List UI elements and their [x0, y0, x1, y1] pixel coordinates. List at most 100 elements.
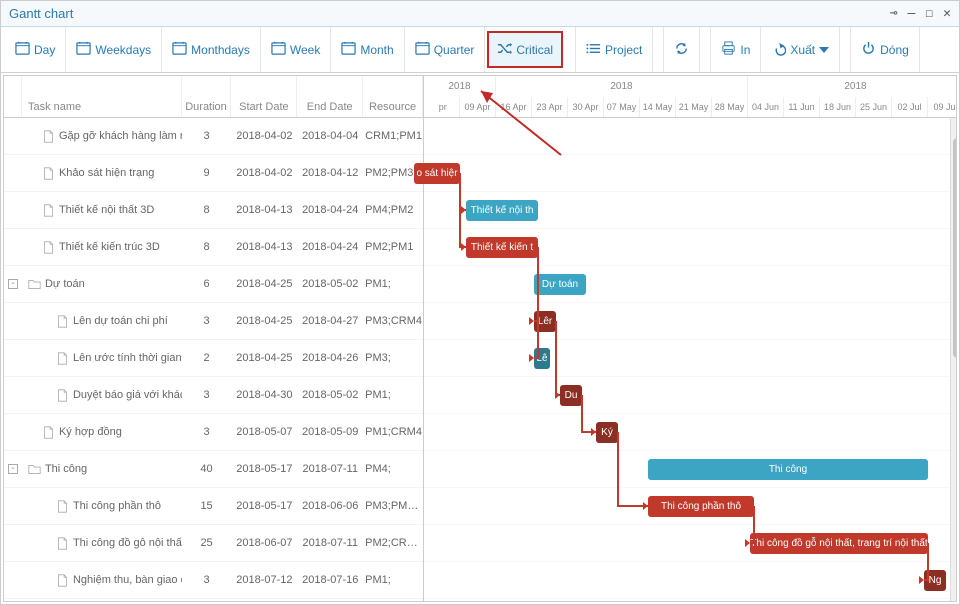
quarter-button[interactable]: Quarter [405, 27, 486, 72]
table-row[interactable]: Duyệt báo giá với khách hàng32018-04-302… [4, 377, 423, 414]
table-row[interactable]: Ký hợp đồng32018-05-072018-05-09PM1;CRM4 [4, 414, 423, 451]
col-header[interactable]: Duration [182, 76, 232, 117]
duration-cell: 3 [182, 574, 232, 586]
expand-toggle[interactable]: - [4, 464, 22, 474]
gantt-bar[interactable]: Lêr [534, 311, 556, 332]
close-button[interactable]: Dóng [850, 27, 920, 72]
end-date-cell: 2018-04-27 [297, 315, 363, 327]
table-row[interactable]: Thiết kế kiến trúc 3D82018-04-132018-04-… [4, 229, 423, 266]
table-row[interactable]: -Dự toán62018-04-252018-05-02PM1; [4, 266, 423, 303]
day-button[interactable]: Day [5, 27, 66, 72]
task-name-cell: Thi công phần thô [22, 500, 182, 513]
col-header[interactable]: End Date [297, 76, 363, 117]
table-row[interactable]: Thiết kế nội thất 3D82018-04-132018-04-2… [4, 192, 423, 229]
toolbar-label: In [740, 43, 750, 57]
gantt-bar[interactable]: Ng [924, 570, 946, 591]
table-row[interactable]: Khảo sát hiện trạng92018-04-022018-04-12… [4, 155, 423, 192]
col-header[interactable]: Resource [363, 76, 423, 117]
pin-icon[interactable]: ⊸ [890, 6, 898, 21]
col-header[interactable]: Start Date [231, 76, 297, 117]
start-date-cell: 2018-04-25 [231, 278, 297, 290]
task-name-cell: Khảo sát hiện trạng [22, 167, 182, 180]
titlebar: Gantt chart ⊸ — ☐ ✕ [1, 1, 959, 27]
date-col: 18 Jun [820, 97, 856, 118]
toolbar-label: Month [360, 43, 393, 57]
table-row[interactable]: Gặp gỡ khách hàng làm rõ32018-04-022018-… [4, 118, 423, 155]
grid-rows: Gặp gỡ khách hàng làm rõ32018-04-022018-… [4, 118, 423, 601]
refresh-button[interactable] [663, 27, 700, 72]
maximize-button[interactable]: ☐ [925, 6, 933, 21]
gantt-bar[interactable]: Thi công phần thô [648, 496, 754, 517]
gantt-bar[interactable]: Du [560, 385, 582, 406]
duration-cell: 8 [182, 204, 232, 216]
task-name-cell: Thi công đồ gỗ nội thất, trang trí [22, 537, 182, 550]
end-date-cell: 2018-04-24 [297, 241, 363, 253]
content-area: Task nameDurationStart DateEnd DateResou… [3, 75, 957, 602]
toolbar-label: Quarter [434, 43, 475, 57]
end-date-cell: 2018-05-02 [297, 278, 363, 290]
resource-cell: PM1; [363, 278, 423, 290]
gantt-bar[interactable]: Thi công đồ gỗ nội thất, trang trí nội t… [750, 533, 928, 554]
start-date-cell: 2018-05-17 [231, 463, 297, 475]
gantt-bar[interactable]: o sát hiệr [414, 163, 460, 184]
resource-cell: PM2;PM1 [363, 241, 423, 253]
chart-row: Du [424, 377, 957, 414]
resource-cell: CRM1;PM1 [363, 130, 423, 142]
minimize-button[interactable]: — [908, 6, 916, 21]
table-row[interactable]: -Thi công402018-05-172018-07-11PM4; [4, 451, 423, 488]
date-col: 25 Jun [856, 97, 892, 118]
table-row[interactable]: Thi công đồ gỗ nội thất, trang trí252018… [4, 525, 423, 562]
week-button[interactable]: Week [261, 27, 331, 72]
chart-row: Ký [424, 414, 957, 451]
duration-cell: 3 [182, 426, 232, 438]
date-col: 23 Apr [532, 97, 568, 118]
scrollbar-thumb[interactable] [953, 138, 957, 358]
table-row[interactable]: Lên ước tính thời gian thi công22018-04-… [4, 340, 423, 377]
chart-row: Lê [424, 340, 957, 377]
close-window-button[interactable]: ✕ [943, 6, 951, 21]
monthdays-button[interactable]: Monthdays [162, 27, 261, 72]
table-row[interactable]: Thi công phần thô152018-05-172018-06-06P… [4, 488, 423, 525]
month-button[interactable]: Month [331, 27, 404, 72]
chart-row: Thiết kế nội th [424, 192, 957, 229]
print-button[interactable]: In [710, 27, 761, 72]
gantt-bar[interactable]: Thiết kế nội th [466, 200, 538, 221]
expand-toggle[interactable]: - [4, 279, 22, 289]
chart-row: Lêr [424, 303, 957, 340]
gantt-bar[interactable]: Dự toán [534, 274, 586, 295]
gantt-bar[interactable]: Lê [534, 348, 550, 369]
window-controls: ⊸ — ☐ ✕ [890, 6, 951, 21]
start-date-cell: 2018-04-13 [231, 241, 297, 253]
chart-header: 201820182018 pr09 Apr16 Apr23 Apr30 Apr0… [424, 76, 957, 118]
print-icon [721, 41, 736, 59]
cal-icon [341, 41, 356, 59]
project-button[interactable]: Project [575, 27, 653, 72]
table-row[interactable]: Lên dự toán chi phí32018-04-252018-04-27… [4, 303, 423, 340]
critical-button[interactable]: Critical [487, 31, 563, 68]
task-name-cell: Thiết kế kiến trúc 3D [22, 241, 182, 254]
chart-row [424, 118, 957, 155]
date-col: 09 Jul [928, 97, 957, 118]
year-label: 2018 [424, 76, 496, 97]
resource-cell: PM1; [363, 389, 423, 401]
toolbar-label: Week [290, 43, 320, 57]
year-label: 2018 [496, 76, 748, 97]
end-date-cell: 2018-06-06 [297, 500, 363, 512]
start-date-cell: 2018-04-30 [232, 389, 298, 401]
task-name-cell: Lên dự toán chi phí [22, 315, 182, 328]
vertical-scrollbar[interactable] [950, 118, 957, 601]
date-col: 28 May [712, 97, 748, 118]
end-date-cell: 2018-04-26 [297, 352, 363, 364]
chart-row: Dự toán [424, 266, 957, 303]
date-col: 11 Jun [784, 97, 820, 118]
start-date-cell: 2018-04-25 [232, 315, 298, 327]
export-button[interactable]: Xuất [761, 27, 840, 72]
col-header[interactable] [4, 76, 22, 117]
window-title: Gantt chart [9, 6, 890, 21]
gantt-bar[interactable]: Ký [596, 422, 618, 443]
col-header[interactable]: Task name [22, 76, 182, 117]
gantt-bar[interactable]: Thiết kế kiến t [466, 237, 538, 258]
gantt-bar[interactable]: Thi công [648, 459, 928, 480]
weekdays-button[interactable]: Weekdays [66, 27, 162, 72]
table-row[interactable]: Nghiệm thu, bàn giao công trình32018-07-… [4, 562, 423, 599]
